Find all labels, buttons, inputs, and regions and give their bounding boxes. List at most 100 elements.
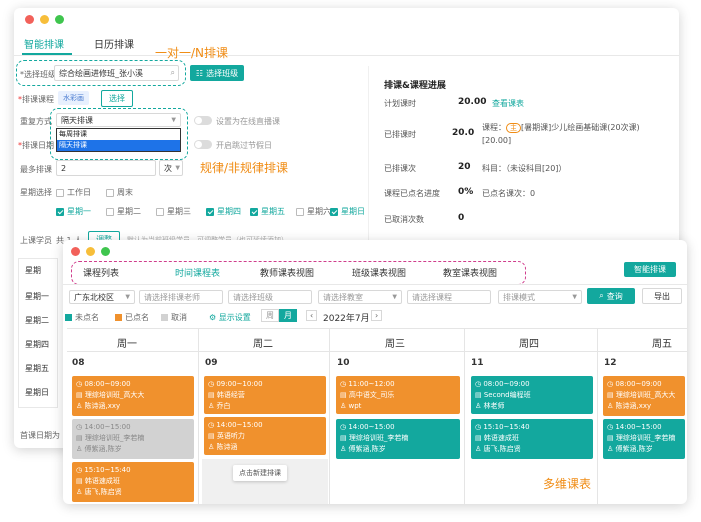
checkbox[interactable] [156, 207, 164, 216]
weekday-thu[interactable]: 星期四 [206, 206, 241, 217]
weekday-wed[interactable]: 星期三 [156, 206, 191, 217]
lesson-card[interactable]: 11:00~12:00 高中语文_司乐 wpt [336, 376, 460, 414]
checkbox[interactable] [56, 188, 64, 197]
view-schedule-link[interactable]: 查看课表 [492, 98, 524, 109]
course-detail: 课程：主 [暑期课]少儿绘画基础课(20次课) [482, 122, 640, 133]
lesson-card[interactable]: 08:00~09:00 理综培训班_高大大 陈诗涵,xxy [72, 376, 194, 416]
lesson-card[interactable]: 14:00~15:00 理综培训班_李若楠 傅紫涵,陈岁 [603, 419, 685, 459]
checkbox[interactable] [106, 207, 114, 216]
course-select[interactable]: 请选择课程 [407, 290, 491, 304]
attend-label: 课程已点名进度 [384, 189, 440, 198]
table-row: 星期二 [25, 316, 49, 325]
month-toggle[interactable]: 月 [279, 309, 297, 322]
lesson-card[interactable]: 15:10~15:40 韩语速成班 唐飞,陈启贤 [72, 462, 194, 502]
lesson-course: 理综培训班_李若楠 [607, 433, 681, 444]
day-name: 周五 [652, 339, 672, 350]
checkbox[interactable] [56, 207, 64, 216]
view-teacher[interactable]: 教师课表视图 [260, 266, 314, 279]
chevron-down-icon: ▼ [125, 293, 130, 301]
week-workday-label: 工作日 [67, 188, 91, 197]
maximize-dot[interactable] [55, 15, 64, 24]
view-time-table[interactable]: 时间课程表 [175, 266, 220, 279]
day-name: 周三 [385, 339, 405, 350]
view-room[interactable]: 教室课表视图 [443, 266, 497, 279]
smart-schedule-button[interactable]: 智能排课 [624, 262, 676, 277]
next-month-icon[interactable]: › [371, 310, 383, 321]
week-workday[interactable]: 工作日 [56, 187, 91, 198]
minimize-dot[interactable] [40, 15, 49, 24]
checkbox[interactable] [296, 207, 304, 216]
weekday-tue[interactable]: 星期二 [106, 206, 141, 217]
repeat-select[interactable]: 隔天排课 ▼ [56, 113, 181, 127]
prev-month-icon[interactable]: ‹ [306, 310, 318, 321]
lesson-teacher: 林老师 [475, 401, 589, 412]
room-select[interactable]: 请选择教室 ▼ [318, 290, 402, 304]
chevron-down-icon: ▼ [171, 116, 176, 124]
mode-placeholder: 排课模式 [503, 292, 535, 302]
tab-smart-schedule[interactable]: 智能排课 [24, 36, 64, 51]
repeat-option-alternate[interactable]: 隔天排课 [57, 140, 180, 151]
minimize-dot[interactable] [86, 247, 95, 256]
tab-divider [14, 55, 679, 56]
max-input[interactable]: 2 [56, 160, 156, 176]
weekday-sun[interactable]: 星期日 [330, 206, 365, 217]
cancel-value: 0 [458, 213, 465, 223]
course-text: [暑期课]少儿绘画基础课(20次课) [521, 123, 640, 132]
month-label: 2022年7月 [323, 314, 370, 324]
lesson-teacher: wpt [340, 401, 456, 412]
lesson-teacher: 傅紫涵,陈岁 [76, 444, 190, 455]
repeat-option-weekly[interactable]: 每周排课 [57, 129, 180, 140]
online-toggle[interactable] [194, 116, 212, 125]
campus-select[interactable]: 广东北校区 ▼ [69, 290, 135, 304]
view-course-list[interactable]: 课程列表 [83, 266, 119, 279]
checkbox[interactable] [206, 207, 214, 216]
skip-holiday-toggle[interactable] [194, 140, 212, 149]
weekday-table: 星期 星期一 星期二 星期四 星期五 星期日 [18, 258, 58, 408]
course-tag: 水彩画 [58, 91, 89, 105]
chevron-down-icon: ▼ [175, 164, 180, 172]
week-toggle[interactable]: 周 [261, 309, 279, 322]
lesson-card[interactable]: 08:00~09:00 Second编程班 林老师 [471, 376, 593, 414]
view-class[interactable]: 班级课表视图 [352, 266, 406, 279]
tab-calendar-schedule[interactable]: 日历排课 [94, 36, 134, 51]
close-dot[interactable] [71, 247, 80, 256]
checkbox[interactable] [106, 188, 114, 197]
checkbox[interactable] [250, 207, 258, 216]
lesson-teacher: 傅紫涵,陈岁 [340, 444, 456, 455]
lesson-time: 09:00~10:00 [208, 379, 322, 390]
week-label: 星期选择 [20, 188, 52, 197]
lesson-course: 英语听力 [208, 431, 322, 442]
repeat-label: 重复方式 [20, 117, 52, 126]
lesson-course: 理综培训班_高大大 [607, 390, 681, 401]
weekday-sat[interactable]: 星期六 [296, 206, 331, 217]
close-dot[interactable] [25, 15, 34, 24]
weekday-mon[interactable]: 星期一 [56, 206, 91, 217]
export-button[interactable]: 导出 [642, 288, 682, 304]
lesson-card[interactable]: 15:10~15:40 韩语速成班 唐飞,陈启贤 [471, 419, 593, 459]
lesson-card[interactable]: 14:00~15:00 理综培训班_李若楠 傅紫涵,陈岁 [72, 419, 194, 459]
lesson-time: 14:00~15:00 [340, 422, 456, 433]
chevron-down-icon: ▼ [572, 293, 577, 301]
class-select[interactable]: 请选择班级 [228, 290, 312, 304]
maximize-dot[interactable] [101, 247, 110, 256]
weekday-fri[interactable]: 星期五 [250, 206, 285, 217]
week-weekend[interactable]: 周末 [106, 187, 133, 198]
teacher-select[interactable]: 请选择排课老师 [139, 290, 223, 304]
display-settings[interactable]: ⚙ 显示设置 [209, 312, 251, 323]
checkbox[interactable] [330, 207, 338, 216]
course-select-button[interactable]: 选择 [101, 90, 133, 107]
lesson-card[interactable]: 14:00~15:00 理综培训班_李若楠 傅紫涵,陈岁 [336, 419, 460, 459]
select-class-button[interactable]: ☷ 选择班级 [190, 65, 244, 81]
max-unit-select[interactable]: 次 ▼ [159, 160, 183, 176]
mode-select[interactable]: 排课模式 ▼ [498, 290, 582, 304]
query-button[interactable]: ⌕ 查询 [587, 288, 635, 304]
class-input[interactable]: 综合绘画进修班_张小溪 ⌕ [54, 65, 179, 81]
lesson-time: 15:10~15:40 [475, 422, 589, 433]
course-main-tag: 主 [506, 123, 521, 133]
annotation-regular: 规律/非规律排课 [200, 161, 289, 175]
lesson-card[interactable]: 14:00~15:00 英语听力 陈诗涵 [204, 417, 326, 455]
query-label: 查询 [606, 291, 623, 301]
new-schedule-tip[interactable]: 点击新建排课 [233, 465, 287, 481]
lesson-card[interactable]: 08:00~09:00 理综培训班_高大大 陈诗涵,xxy [603, 376, 685, 416]
lesson-card[interactable]: 09:00~10:00 韩语经营 乔白 [204, 376, 326, 414]
